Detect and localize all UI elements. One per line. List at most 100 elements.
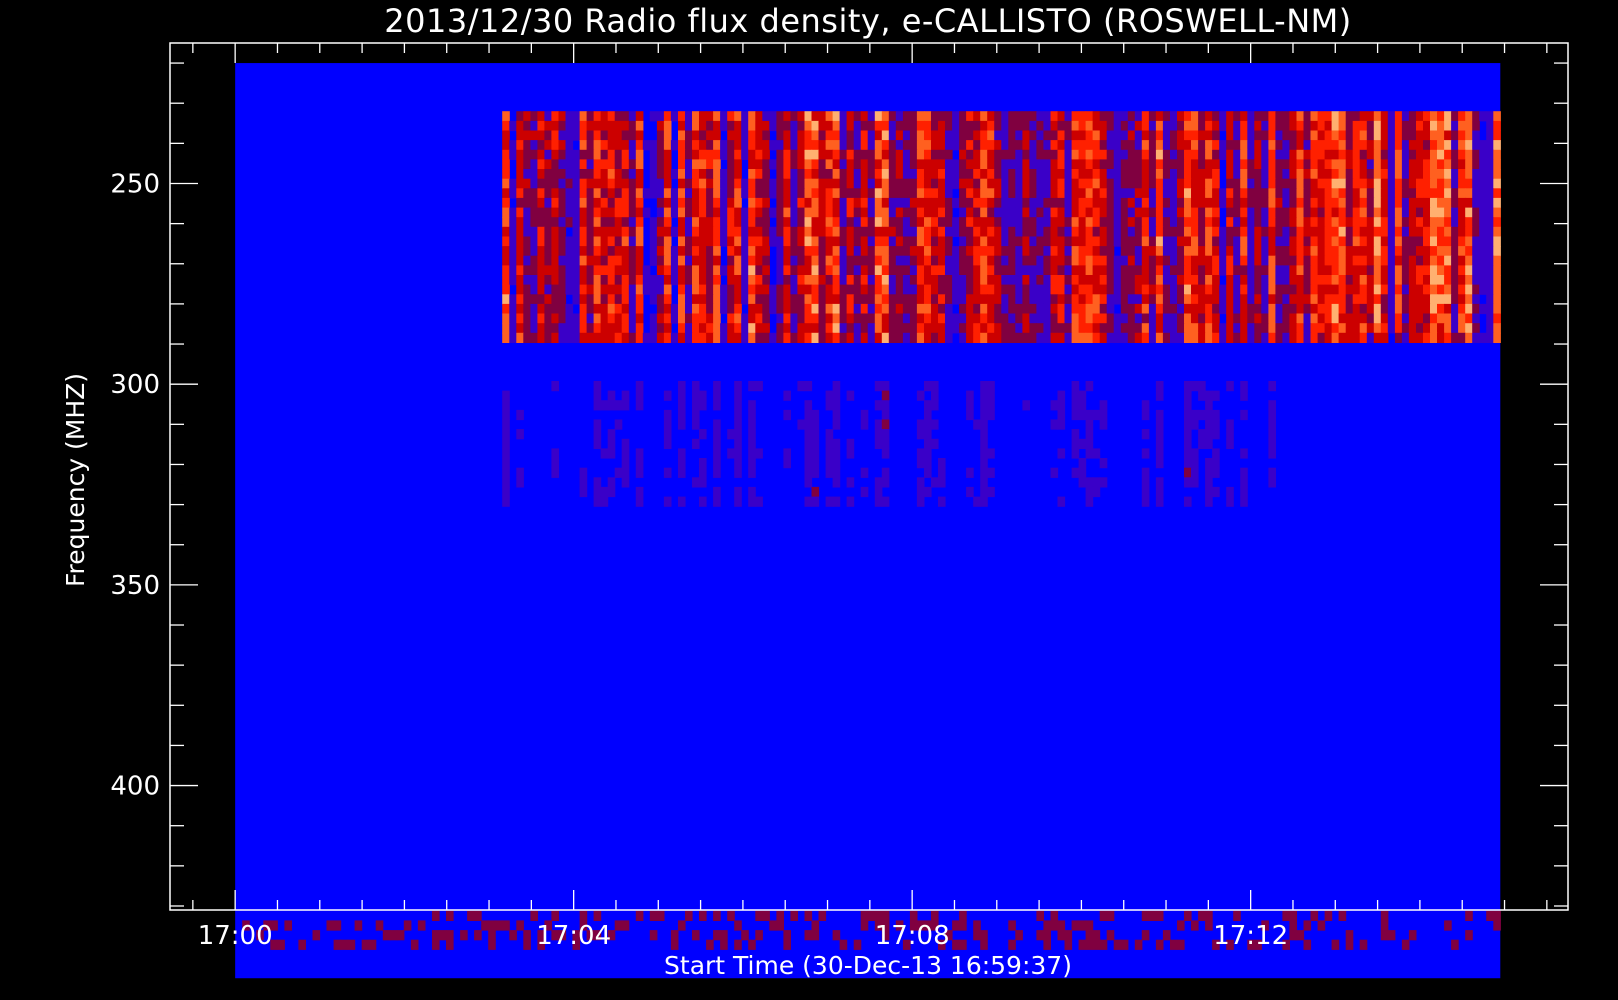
heatmap-cell: [621, 120, 630, 132]
heatmap-cell: [888, 217, 897, 228]
heatmap-cell: [916, 265, 925, 276]
heatmap-cell: [994, 284, 1002, 295]
heatmap-cell: [565, 275, 574, 286]
heatmap-cell: [1226, 294, 1234, 305]
heatmap-cell: [1148, 323, 1157, 334]
heatmap-cell: [973, 169, 981, 180]
heatmap-cell: [748, 284, 756, 295]
heatmap-cell: [678, 159, 686, 170]
heatmap-cell: [1324, 275, 1333, 286]
heatmap-cell: [670, 111, 679, 122]
heatmap-cell: [1261, 332, 1269, 343]
heatmap-cell: [1212, 130, 1220, 141]
heatmap-cell: [1486, 275, 1494, 286]
heatmap-cell: [902, 169, 911, 180]
heatmap-cell: [783, 409, 791, 421]
heatmap-cell: [966, 130, 974, 141]
heatmap-cell: [966, 111, 974, 122]
heatmap-cell: [1198, 390, 1206, 401]
heatmap-cell: [1247, 236, 1255, 247]
heatmap-cell: [628, 303, 637, 315]
heatmap-cell: [1219, 236, 1227, 247]
heatmap-cell: [1261, 149, 1269, 160]
heatmap-cell: [881, 197, 890, 209]
heatmap-cell: [1261, 130, 1269, 141]
heatmap-cell: [1465, 284, 1473, 295]
heatmap-cell: [1120, 207, 1129, 218]
heatmap-cell: [635, 197, 644, 209]
heatmap-cell: [1240, 275, 1248, 286]
heatmap-cell: [1120, 169, 1129, 180]
heatmap-cell: [1113, 111, 1122, 122]
heatmap-cell: [1324, 226, 1333, 237]
heatmap-cell: [839, 149, 848, 160]
heatmap-cell: [762, 130, 770, 141]
heatmap-cell: [635, 496, 644, 507]
heatmap-cell: [699, 130, 707, 141]
heatmap-cell: [1036, 178, 1044, 189]
heatmap-cell: [895, 149, 904, 160]
heatmap-cell: [663, 207, 672, 218]
heatmap-cell: [1212, 111, 1220, 122]
heatmap-cell: [1148, 284, 1157, 295]
heatmap-cell: [881, 111, 890, 122]
heatmap-cell: [1205, 265, 1213, 276]
heatmap-cell: [1191, 294, 1199, 305]
heatmap-cell: [474, 930, 482, 941]
heatmap-cell: [734, 111, 742, 122]
heatmap-cell: [1015, 284, 1023, 295]
heatmap-cell: [860, 246, 869, 257]
heatmap-cell: [1387, 149, 1396, 160]
heatmap-cell: [776, 332, 784, 343]
heatmap-cell: [551, 207, 559, 218]
heatmap-cell: [1493, 255, 1501, 266]
heatmap-cell: [1205, 458, 1213, 469]
heatmap-cell: [987, 217, 995, 228]
heatmap-cell: [1282, 197, 1290, 209]
heatmap-cell: [895, 140, 904, 151]
heatmap-cell: [1240, 381, 1248, 392]
heatmap-cell: [804, 275, 813, 286]
heatmap-cell: [734, 381, 742, 392]
heatmap-cell: [1078, 303, 1087, 315]
heatmap-cell: [1184, 332, 1192, 343]
heatmap-cell: [867, 246, 876, 257]
heatmap-cell: [1043, 188, 1051, 199]
heatmap-cell: [614, 294, 623, 305]
heatmap-cell: [1486, 149, 1494, 160]
heatmap-cell: [811, 294, 820, 305]
heatmap-cell: [1233, 149, 1241, 160]
heatmap-cell: [1050, 313, 1059, 324]
heatmap-cell: [797, 149, 805, 160]
heatmap-cell: [1387, 323, 1396, 334]
heatmap-cell: [755, 496, 763, 507]
heatmap-cell: [1078, 438, 1087, 449]
heatmap-cell: [1310, 246, 1319, 257]
heatmap-cell: [727, 284, 735, 295]
heatmap-cell: [565, 159, 574, 170]
heatmap-cell: [1001, 303, 1009, 315]
heatmap-cell: [804, 159, 813, 170]
heatmap-cell: [1394, 140, 1403, 151]
heatmap-cell: [741, 284, 749, 295]
heatmap-cell: [1155, 486, 1164, 498]
heatmap-cell: [333, 939, 342, 950]
heatmap-cell: [1416, 149, 1424, 160]
heatmap-cell: [1141, 246, 1150, 257]
heatmap-cell: [825, 390, 834, 401]
heatmap-cell: [600, 197, 609, 209]
heatmap-cell: [1162, 255, 1171, 266]
heatmap-cell: [776, 111, 784, 122]
heatmap-cell: [1387, 303, 1396, 315]
heatmap-cell: [1029, 323, 1037, 334]
heatmap-cell: [621, 111, 630, 122]
heatmap-cell: [1085, 939, 1094, 950]
heatmap-cell: [1226, 140, 1234, 151]
heatmap-cell: [1331, 120, 1340, 132]
heatmap-cell: [1106, 149, 1115, 160]
heatmap-cell: [1345, 140, 1354, 151]
heatmap-cell: [748, 178, 756, 189]
heatmap-cell: [1212, 467, 1220, 478]
heatmap-cell: [938, 323, 946, 334]
heatmap-cell: [1205, 910, 1213, 921]
